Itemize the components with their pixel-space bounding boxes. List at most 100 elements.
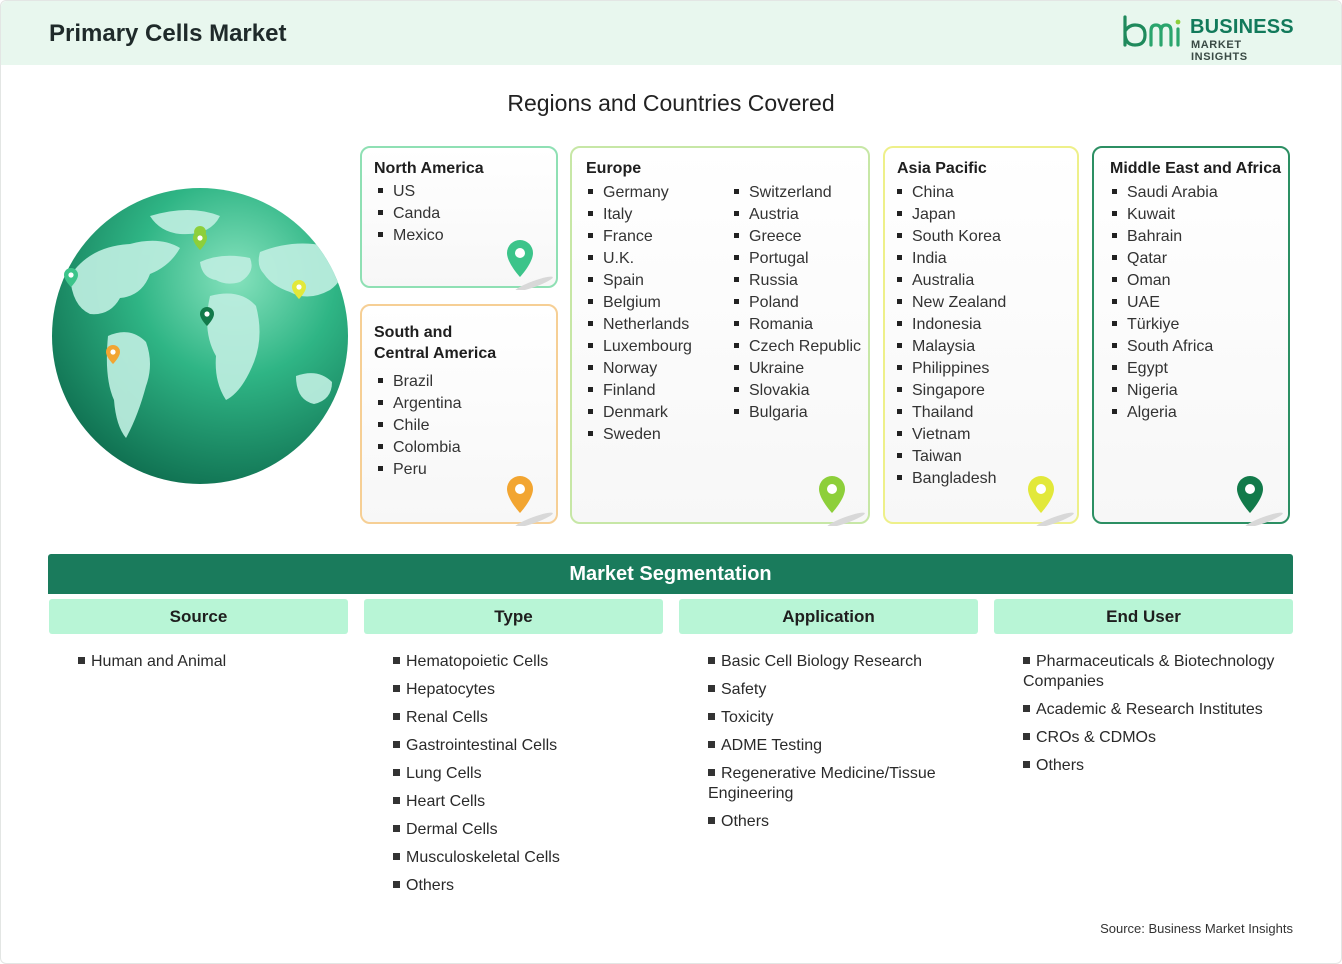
country-item: Colombia: [374, 437, 462, 459]
bmi-logo-icon: [1123, 15, 1181, 47]
country-item: Bahrain: [1108, 226, 1218, 248]
segment-item: Lung Cells: [393, 764, 663, 784]
country-item: China: [893, 182, 1006, 204]
country-item: Greece: [730, 226, 861, 248]
location-pin-icon: [1237, 476, 1283, 526]
country-item: Malaysia: [893, 336, 1006, 358]
region-title: North America: [374, 160, 484, 177]
country-item: Türkiye: [1108, 314, 1218, 336]
segment-list-type: Hematopoietic Cells Hepatocytes Renal Ce…: [393, 652, 663, 904]
country-item: Singapore: [893, 380, 1006, 402]
segment-item: Pharmaceuticals & Biotechnology Companie…: [1023, 653, 1275, 690]
country-item: New Zealand: [893, 292, 1006, 314]
brand-logo: BUSINESS MARKET INSIGHTS: [1121, 15, 1301, 63]
country-item: Austria: [730, 204, 861, 226]
segment-item: Safety: [708, 680, 968, 700]
country-item: Egypt: [1108, 358, 1218, 380]
country-item: South Korea: [893, 226, 1006, 248]
country-item: Chile: [374, 415, 462, 437]
header-bar: Primary Cells Market BUSINESS MARKET INS…: [1, 1, 1341, 65]
country-item: Taiwan: [893, 446, 1006, 468]
country-item: Ukraine: [730, 358, 861, 380]
country-item: Finland: [584, 380, 692, 402]
country-item: Canda: [374, 203, 444, 225]
segment-item: Hematopoietic Cells: [393, 652, 663, 672]
segment-item: Others: [393, 876, 663, 896]
region-card-asia-pacific: Asia Pacific China Japan South Korea Ind…: [883, 146, 1079, 526]
country-item: Bulgaria: [730, 402, 861, 424]
logo-text-market-insights: MARKET INSIGHTS: [1191, 39, 1248, 63]
country-item: Saudi Arabia: [1108, 182, 1218, 204]
country-list-col1: Germany Italy France U.K. Spain Belgium …: [584, 182, 692, 446]
country-item: Czech Republic: [730, 336, 861, 358]
region-card-europe: Europe Germany Italy France U.K. Spain B…: [570, 146, 870, 526]
market-segmentation-header: Market Segmentation: [48, 554, 1293, 594]
country-item: Spain: [584, 270, 692, 292]
country-item: South Africa: [1108, 336, 1218, 358]
country-item: Italy: [584, 204, 692, 226]
country-item: Sweden: [584, 424, 692, 446]
country-item: Poland: [730, 292, 861, 314]
segment-item: Gastrointestinal Cells: [393, 736, 663, 756]
country-item: Oman: [1108, 270, 1218, 292]
country-item: Norway: [584, 358, 692, 380]
segment-header-application: Application: [679, 599, 978, 634]
country-item: France: [584, 226, 692, 248]
logo-text-business: BUSINESS: [1190, 16, 1294, 38]
segment-list-application: Basic Cell Biology Research Safety Toxic…: [708, 652, 968, 840]
country-item: Nigeria: [1108, 380, 1218, 402]
source-note: Source: Business Market Insights: [1100, 921, 1293, 936]
segment-item: Others: [1023, 756, 1288, 776]
segment-item: Heart Cells: [393, 792, 663, 812]
segment-list-source: Human and Animal: [78, 652, 338, 680]
country-item: Romania: [730, 314, 861, 336]
segment-item: Basic Cell Biology Research: [708, 652, 968, 672]
country-item: Bangladesh: [893, 468, 1006, 490]
globe-icon: [52, 188, 348, 484]
segment-header-end-user: End User: [994, 599, 1293, 634]
segment-item: Renal Cells: [393, 708, 663, 728]
segment-header-type: Type: [364, 599, 663, 634]
country-item: Kuwait: [1108, 204, 1218, 226]
country-item: UAE: [1108, 292, 1218, 314]
location-pin-icon: [507, 476, 553, 526]
country-item: Portugal: [730, 248, 861, 270]
country-item: Japan: [893, 204, 1006, 226]
segment-item: CROs & CDMOs: [1023, 728, 1288, 748]
country-item: Germany: [584, 182, 692, 204]
segment-list-end-user: Pharmaceuticals & Biotechnology Companie…: [1023, 652, 1288, 784]
country-item: Slovakia: [730, 380, 861, 402]
segment-item: Others: [708, 812, 968, 832]
country-item: Switzerland: [730, 182, 861, 204]
segment-item: Hepatocytes: [393, 680, 663, 700]
region-title: Asia Pacific: [897, 160, 987, 177]
country-item: Australia: [893, 270, 1006, 292]
country-list: China Japan South Korea India Australia …: [893, 182, 1006, 490]
country-item: Denmark: [584, 402, 692, 424]
regions-title: Regions and Countries Covered: [507, 90, 835, 116]
region-title: Middle East and Africa: [1110, 160, 1281, 177]
segment-item: Regenerative Medicine/Tissue Engineering: [708, 765, 936, 802]
country-item: Philippines: [893, 358, 1006, 380]
segment-item: Human and Animal: [78, 652, 338, 672]
country-item: India: [893, 248, 1006, 270]
segment-item: ADME Testing: [708, 736, 968, 756]
country-item: Belgium: [584, 292, 692, 314]
location-pin-icon: [1028, 476, 1074, 526]
region-title: Europe: [586, 160, 642, 177]
country-item: Netherlands: [584, 314, 692, 336]
region-card-middle-east-africa: Middle East and Africa Saudi Arabia Kuwa…: [1092, 146, 1290, 526]
country-item: Peru: [374, 459, 462, 481]
country-item: Russia: [730, 270, 861, 292]
region-card-south-central-america: South and Central America Brazil Argenti…: [360, 304, 558, 526]
country-item: U.K.: [584, 248, 692, 270]
country-item: Vietnam: [893, 424, 1006, 446]
segment-item: Dermal Cells: [393, 820, 663, 840]
segment-item: Musculoskeletal Cells: [393, 848, 663, 868]
segment-item: Toxicity: [708, 708, 968, 728]
page-title: Primary Cells Market: [49, 20, 287, 47]
country-list-col2: Switzerland Austria Greece Portugal Russ…: [730, 182, 861, 424]
segment-header-source: Source: [49, 599, 348, 634]
country-list: US Canda Mexico: [374, 181, 444, 247]
region-title: South and Central America: [374, 324, 497, 362]
